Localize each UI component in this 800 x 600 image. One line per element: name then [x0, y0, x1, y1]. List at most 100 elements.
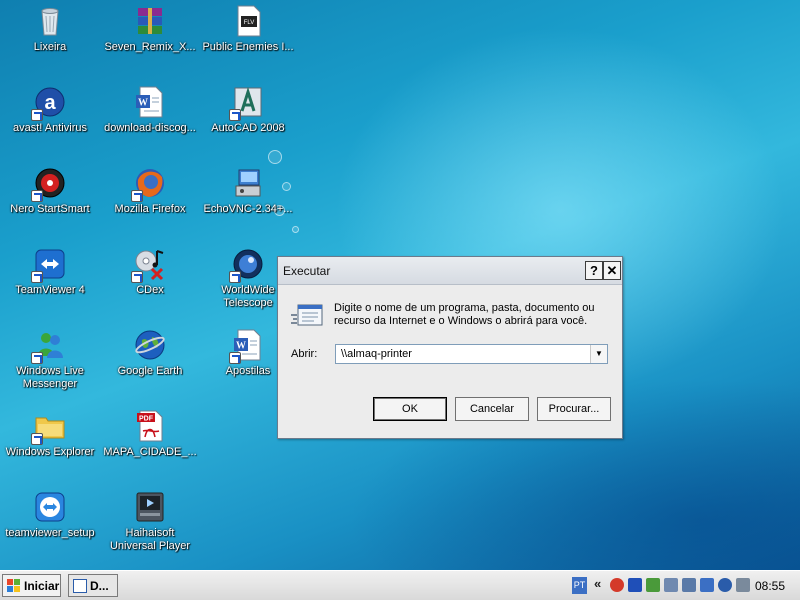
word-document-icon: W	[229, 328, 265, 364]
help-button[interactable]: ?	[585, 261, 603, 280]
desktop-icon-label: MAPA_CIDADE_...	[103, 446, 197, 458]
network-icon[interactable]	[682, 578, 696, 592]
browse-button[interactable]: Procurar...	[537, 397, 611, 421]
language-indicator[interactable]: PT	[572, 577, 587, 594]
pdf-icon: PDF	[133, 409, 167, 443]
taskbar: Iniciar D... PT « 08:55	[0, 570, 800, 600]
svg-text:FLV: FLV	[244, 20, 255, 26]
open-input[interactable]: \\almaq-printer	[341, 348, 412, 360]
shortcut-arrow-icon	[31, 433, 43, 445]
google-earth-icon	[133, 328, 167, 362]
taskbar-button-document[interactable]: D...	[68, 574, 118, 597]
recycle-bin-icon	[33, 4, 67, 38]
run-icon	[290, 303, 324, 331]
avast-tray-icon[interactable]	[610, 578, 624, 592]
desktop-icon-messenger[interactable]: Windows Live Messenger	[2, 328, 98, 391]
start-label: Iniciar	[24, 579, 60, 593]
desktop-icon-recycle-bin[interactable]: Lixeira	[2, 4, 98, 54]
desktop-icon-windows-explorer[interactable]: Windows Explorer	[2, 409, 98, 459]
dialog-title: Executar	[283, 264, 331, 278]
desktop-icon-autocad[interactable]: AutoCAD 2008	[200, 85, 296, 135]
network-disconnected-icon[interactable]	[664, 578, 678, 592]
desktop-icon-cdex[interactable]: CDex	[102, 247, 198, 297]
task-label: D...	[90, 579, 109, 593]
desktop-icon-echovnc[interactable]: EchoVNC-2.34+...	[200, 166, 296, 216]
media-player-icon	[133, 490, 167, 524]
shortcut-arrow-icon	[229, 352, 241, 364]
desktop-icon-label: Google Earth	[117, 365, 183, 377]
wallpaper-bubble	[268, 150, 282, 164]
desktop-icon-label: Seven_Remix_X...	[104, 41, 196, 53]
svg-text:W: W	[138, 98, 148, 109]
shortcut-arrow-icon	[131, 190, 143, 202]
shortcut-arrow-icon	[131, 271, 143, 283]
desktop-icon-label: avast! Antivirus	[13, 122, 87, 134]
desktop-icon-nero[interactable]: Nero StartSmart	[2, 166, 98, 216]
svg-text:a: a	[44, 92, 56, 114]
open-combobox[interactable]: \\almaq-printer ▼	[335, 344, 608, 364]
desktop-icon-download-discog[interactable]: W download-discog...	[102, 85, 198, 135]
teamviewer-icon	[31, 247, 67, 283]
start-button[interactable]: Iniciar	[2, 574, 61, 597]
desktop-icon-label: CDex	[136, 284, 164, 296]
desktop-icon-seven-remix[interactable]: Seven_Remix_X...	[102, 4, 198, 54]
desktop-icon-label: Windows Live Messenger	[16, 365, 84, 390]
messenger-icon	[31, 328, 67, 364]
desktop-icon-avast[interactable]: a avast! Antivirus	[2, 85, 98, 135]
run-dialog: Executar ? ✕ Digite o nome de um program…	[277, 256, 623, 439]
desktop-icon-label: download-discog...	[104, 122, 196, 134]
nero-icon	[31, 166, 67, 202]
cdex-icon	[131, 247, 167, 283]
desktop-icon-label: Public Enemies I...	[202, 41, 294, 53]
desktop-icon-label: Mozilla Firefox	[114, 203, 186, 215]
tray-expand-icon[interactable]: «	[594, 576, 601, 591]
desktop-icon-teamviewer-setup[interactable]: teamviewer_setup	[2, 490, 98, 540]
close-button[interactable]: ✕	[603, 261, 621, 280]
avast-icon: a	[31, 85, 67, 121]
desktop-icon-firefox[interactable]: Mozilla Firefox	[102, 166, 198, 216]
bluetooth-icon[interactable]	[628, 578, 642, 592]
desktop-icon-label: Lixeira	[33, 41, 67, 53]
desktop-icon-label: EchoVNC-2.34+...	[203, 203, 293, 215]
shortcut-arrow-icon	[31, 271, 43, 283]
wallpaper-bubble	[292, 226, 299, 233]
document-icon	[73, 579, 87, 593]
video-file-icon: FLV	[231, 4, 265, 38]
desktop-icon-label: Nero StartSmart	[10, 203, 90, 215]
desktop-icon-public-enemies[interactable]: FLV Public Enemies I...	[200, 4, 296, 54]
installer-icon	[231, 166, 265, 200]
desktop-icon-label: TeamViewer 4	[15, 284, 85, 296]
worldwide-telescope-icon	[229, 247, 265, 283]
shortcut-arrow-icon	[229, 271, 241, 283]
shortcut-arrow-icon	[229, 109, 241, 121]
display-icon[interactable]	[700, 578, 714, 592]
teamviewer-icon	[33, 490, 67, 524]
desktop-icon-haihaisoft[interactable]: Haihaisoft Universal Player	[102, 490, 198, 553]
word-document-icon: W	[133, 85, 167, 119]
desktop-icon-label: teamviewer_setup	[5, 527, 95, 539]
windows-explorer-icon	[31, 409, 67, 445]
winrar-archive-icon	[133, 4, 167, 38]
desktop-icon-google-earth[interactable]: Google Earth	[102, 328, 198, 378]
desktop-icon-label: Windows Explorer	[5, 446, 95, 458]
system-tray: PT « 08:55	[570, 574, 798, 597]
autocad-icon	[229, 85, 265, 121]
info-icon[interactable]	[718, 578, 732, 592]
shortcut-arrow-icon	[31, 109, 43, 121]
dialog-titlebar[interactable]: Executar ? ✕	[278, 257, 622, 285]
desktop-icon-teamviewer-4[interactable]: TeamViewer 4	[2, 247, 98, 297]
dialog-description: Digite o nome de um programa, pasta, doc…	[334, 302, 595, 327]
cancel-button[interactable]: Cancelar	[455, 397, 529, 421]
shortcut-arrow-icon	[31, 352, 43, 364]
svg-text:W: W	[236, 341, 246, 352]
shortcut-arrow-icon	[31, 190, 43, 202]
security-shield-icon[interactable]	[646, 578, 660, 592]
edit-icon[interactable]	[736, 578, 750, 592]
windows-logo-icon	[7, 579, 21, 592]
ok-button[interactable]: OK	[373, 397, 447, 421]
desktop-icon-mapa-cidade[interactable]: PDF MAPA_CIDADE_...	[102, 409, 198, 459]
open-label: Abrir:	[291, 348, 318, 360]
chevron-down-icon[interactable]: ▼	[590, 345, 607, 363]
desktop-icon-label: AutoCAD 2008	[211, 122, 285, 134]
clock[interactable]: 08:55	[755, 579, 785, 593]
